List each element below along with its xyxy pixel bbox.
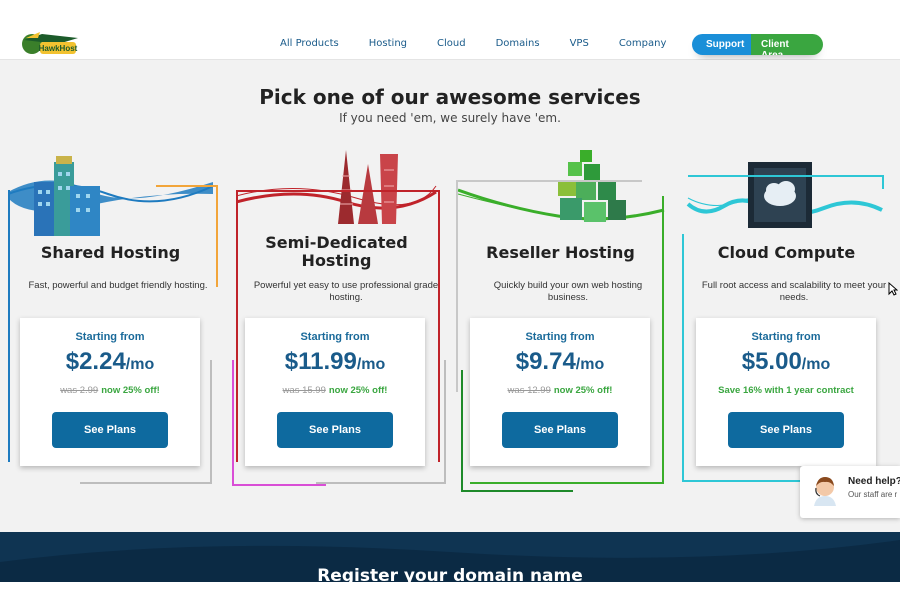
chat-subtitle: Our staff are r: [848, 490, 898, 499]
nav-all-products[interactable]: All Products: [280, 38, 339, 49]
starting-from-label: Starting from: [300, 331, 370, 343]
cloud-chip-icon: [748, 162, 812, 228]
old-price: was 12.99: [507, 385, 551, 396]
old-price: was 15.99: [282, 385, 326, 396]
support-button[interactable]: Support: [692, 34, 751, 55]
section-title: Pick one of our awesome services: [259, 85, 641, 109]
domain-register-band: Register your domain name: [0, 532, 900, 582]
site-header: HawkHost All Products Hosting Cloud Doma…: [0, 0, 900, 60]
price-amount: $9.74: [515, 348, 576, 375]
offer-text: now 25% off!: [328, 385, 388, 396]
main-nav: All Products Hosting Cloud Domains VPS C…: [280, 38, 696, 49]
price-amount: $2.24: [65, 348, 126, 375]
support-agent-avatar: [814, 477, 836, 506]
price-deal: was 12.99 now 25% off!: [470, 385, 650, 396]
price-period: /mo: [125, 356, 155, 373]
section-subtitle: If you need 'em, we surely have 'em.: [339, 111, 561, 125]
price-amount: $11.99: [284, 348, 357, 375]
hawkhost-logo[interactable]: HawkHost: [18, 30, 82, 60]
band-title: Register your domain name: [317, 566, 583, 582]
price-period: /mo: [356, 356, 386, 373]
price-box-semi-dedicated: Starting from $11.99/mo was 15.99 now 25%…: [245, 318, 425, 466]
card-frame-left: [8, 190, 12, 462]
nav-domains[interactable]: Domains: [496, 38, 540, 49]
card-frame-accent: [156, 185, 218, 287]
price-box-cloud-compute: Starting from $5.00/mo Save 16% with 1 y…: [696, 318, 876, 466]
price-deal: was 15.99 now 25% off!: [245, 385, 425, 396]
see-plans-button[interactable]: See Plans: [728, 412, 844, 448]
offer-text: now 25% off!: [553, 385, 613, 396]
old-price: was 2.99: [60, 385, 99, 396]
price-box-reseller-hosting: Starting from $9.74/mo was 12.99 now 25% …: [470, 318, 650, 466]
price: $5.00/mo: [696, 348, 876, 376]
price-box-shared-hosting: Starting from $2.24/mo was 2.99 now 25% o…: [20, 318, 200, 466]
price-period: /mo: [801, 356, 831, 373]
starting-from-label: Starting from: [525, 331, 595, 343]
logo-text: HawkHost: [39, 44, 78, 53]
price-deal: Save 16% with 1 year contract: [696, 385, 876, 396]
offer-text: Save 16% with 1 year contract: [718, 385, 854, 396]
price: $9.74/mo: [470, 348, 650, 376]
buildings-icon: [34, 156, 100, 236]
services-section: Pick one of our awesome services If you …: [0, 60, 900, 532]
see-plans-button[interactable]: See Plans: [502, 412, 618, 448]
starting-from-label: Starting from: [75, 331, 145, 343]
client-area-button[interactable]: Client Area: [751, 34, 823, 55]
price-deal: was 2.99 now 25% off!: [20, 385, 200, 396]
price-amount: $5.00: [741, 348, 802, 375]
see-plans-button[interactable]: See Plans: [277, 412, 393, 448]
see-plans-button[interactable]: See Plans: [52, 412, 168, 448]
header-actions: Support Client Area: [692, 34, 823, 55]
nav-vps[interactable]: VPS: [570, 38, 589, 49]
chat-widget[interactable]: Need help? Our staff are r: [800, 466, 900, 518]
card-frame-top: [688, 175, 884, 189]
starting-from-label: Starting from: [751, 331, 821, 343]
nav-company[interactable]: Company: [619, 38, 667, 49]
page: HawkHost All Products Hosting Cloud Doma…: [0, 0, 900, 600]
price: $2.24/mo: [20, 348, 200, 376]
mouse-cursor-icon: [888, 282, 898, 296]
price-period: /mo: [575, 356, 605, 373]
nav-cloud[interactable]: Cloud: [437, 38, 466, 49]
offer-text: now 25% off!: [101, 385, 160, 396]
chat-title: Need help?: [848, 476, 900, 487]
price: $11.99/mo: [245, 348, 425, 376]
nav-hosting[interactable]: Hosting: [369, 38, 407, 49]
